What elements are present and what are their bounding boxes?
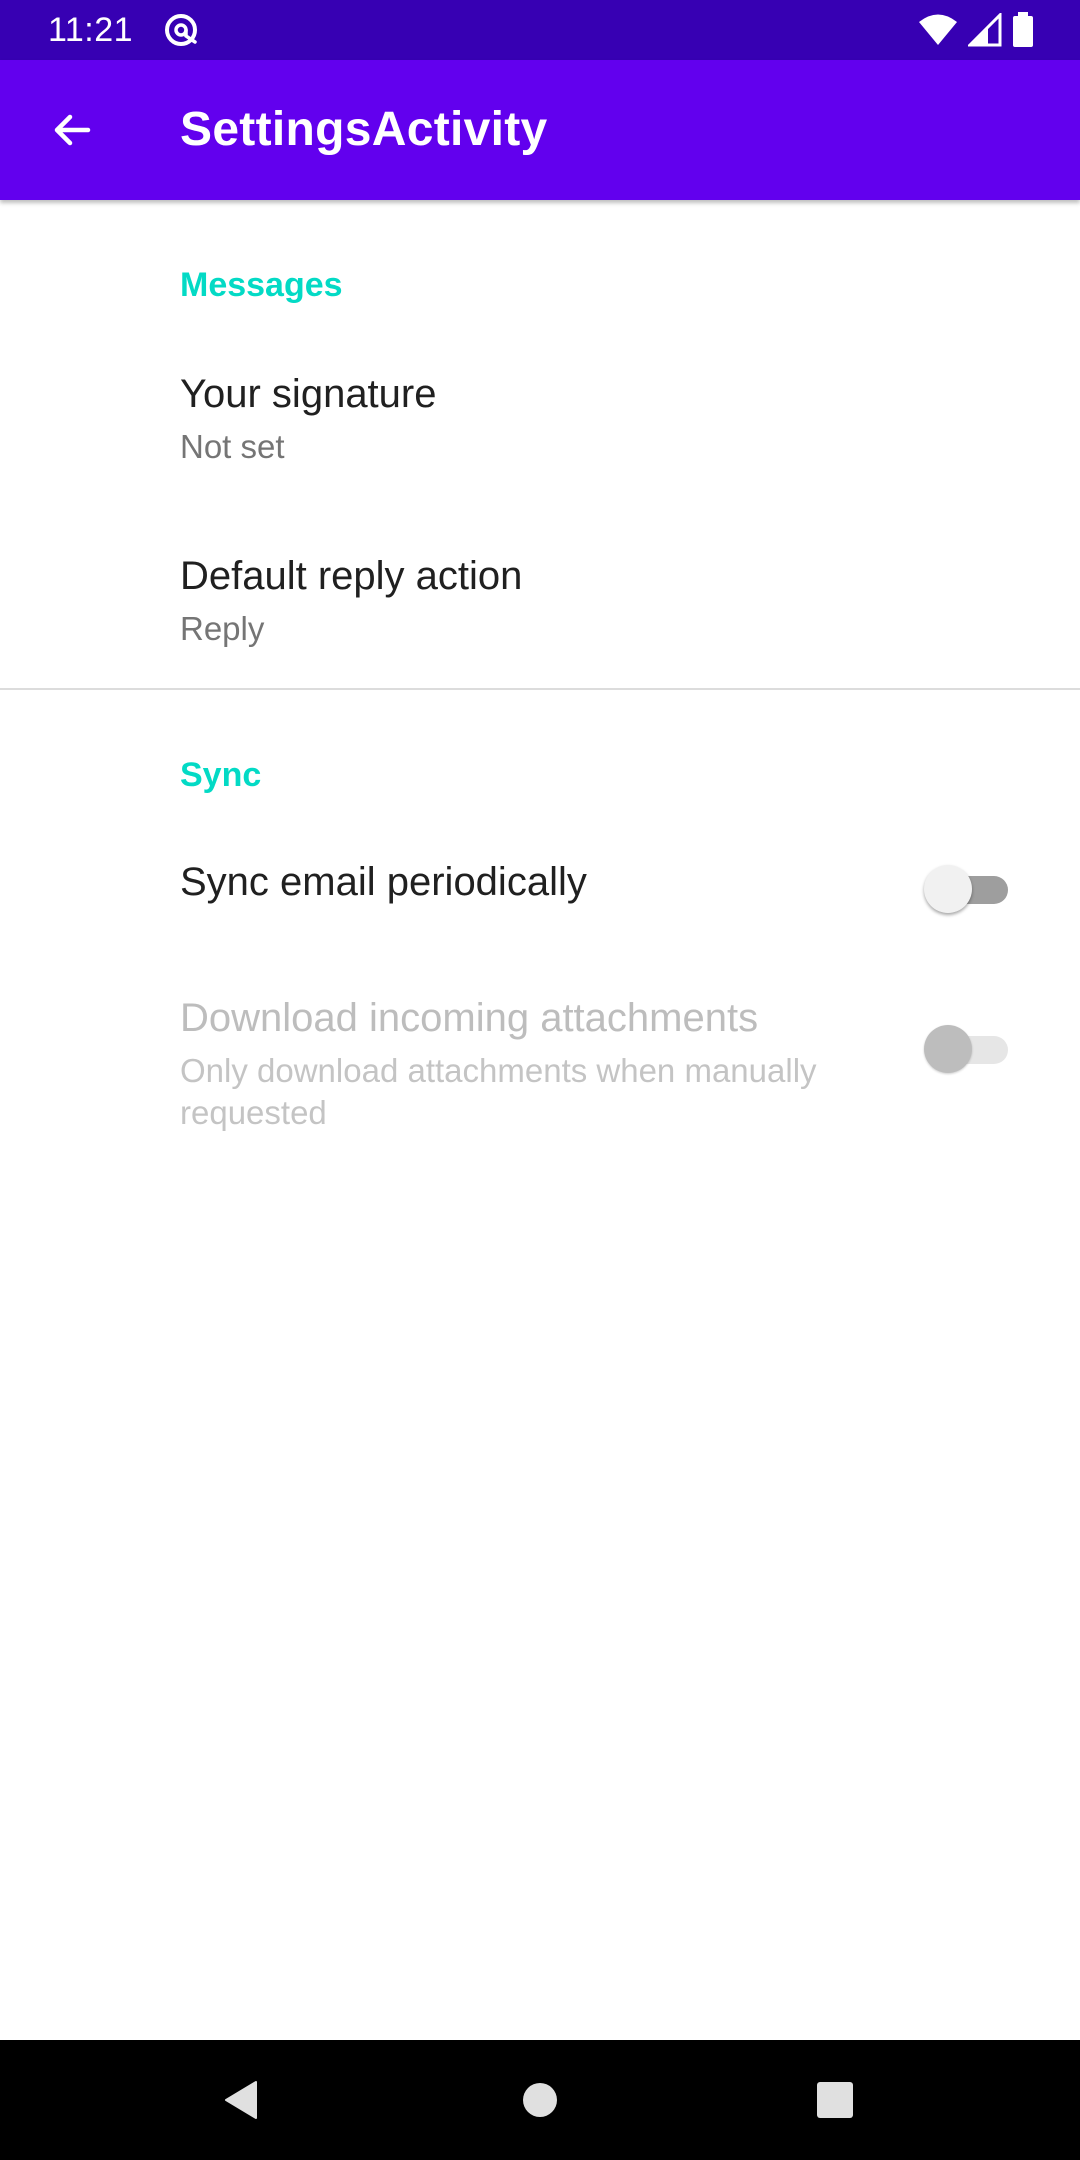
pref-summary: Only download attachments when manually … (180, 1052, 817, 1131)
sync-email-switch[interactable] (924, 862, 1012, 918)
back-button[interactable] (36, 94, 108, 166)
recents-square-icon (817, 2082, 853, 2118)
pref-title: Default reply action (180, 554, 523, 598)
category-title-sync: Sync (180, 756, 262, 794)
category-title-messages: Messages (180, 266, 343, 304)
wifi-icon (918, 13, 958, 47)
home-circle-icon (523, 2083, 557, 2117)
nav-home-button[interactable] (480, 2040, 600, 2160)
switch-thumb (924, 1025, 972, 1073)
status-bar: 11:21 (0, 0, 1080, 60)
pref-default-reply-action[interactable]: Default reply action Reply (0, 542, 1080, 692)
battery-icon (1012, 12, 1034, 48)
pref-title: Your signature (180, 372, 437, 416)
switch-thumb (924, 865, 972, 913)
pref-sync-email[interactable]: Sync email periodically (0, 840, 1080, 970)
signal-icon (968, 13, 1002, 47)
arrow-back-icon (54, 114, 91, 146)
nav-recents-button[interactable] (775, 2040, 895, 2160)
pref-title: Download incoming attachments (180, 996, 759, 1040)
divider (0, 688, 1080, 690)
status-icons (918, 12, 1034, 48)
sync-icon (161, 10, 201, 50)
status-time: 11:21 (48, 10, 134, 49)
app-bar: SettingsActivity (0, 60, 1080, 200)
pref-summary: Not set (180, 428, 285, 465)
back-triangle-icon (225, 2081, 257, 2119)
pref-summary: Reply (180, 610, 265, 647)
pref-title: Sync email periodically (180, 860, 587, 904)
pref-download-attachments[interactable]: Download incoming attachments Only downl… (0, 980, 1080, 1180)
download-attachments-switch[interactable] (924, 1022, 1012, 1078)
nav-back-button[interactable] (182, 2040, 302, 2160)
pref-your-signature[interactable]: Your signature Not set (0, 360, 1080, 540)
navigation-bar (0, 2040, 1080, 2160)
page-title: SettingsActivity (180, 103, 548, 156)
